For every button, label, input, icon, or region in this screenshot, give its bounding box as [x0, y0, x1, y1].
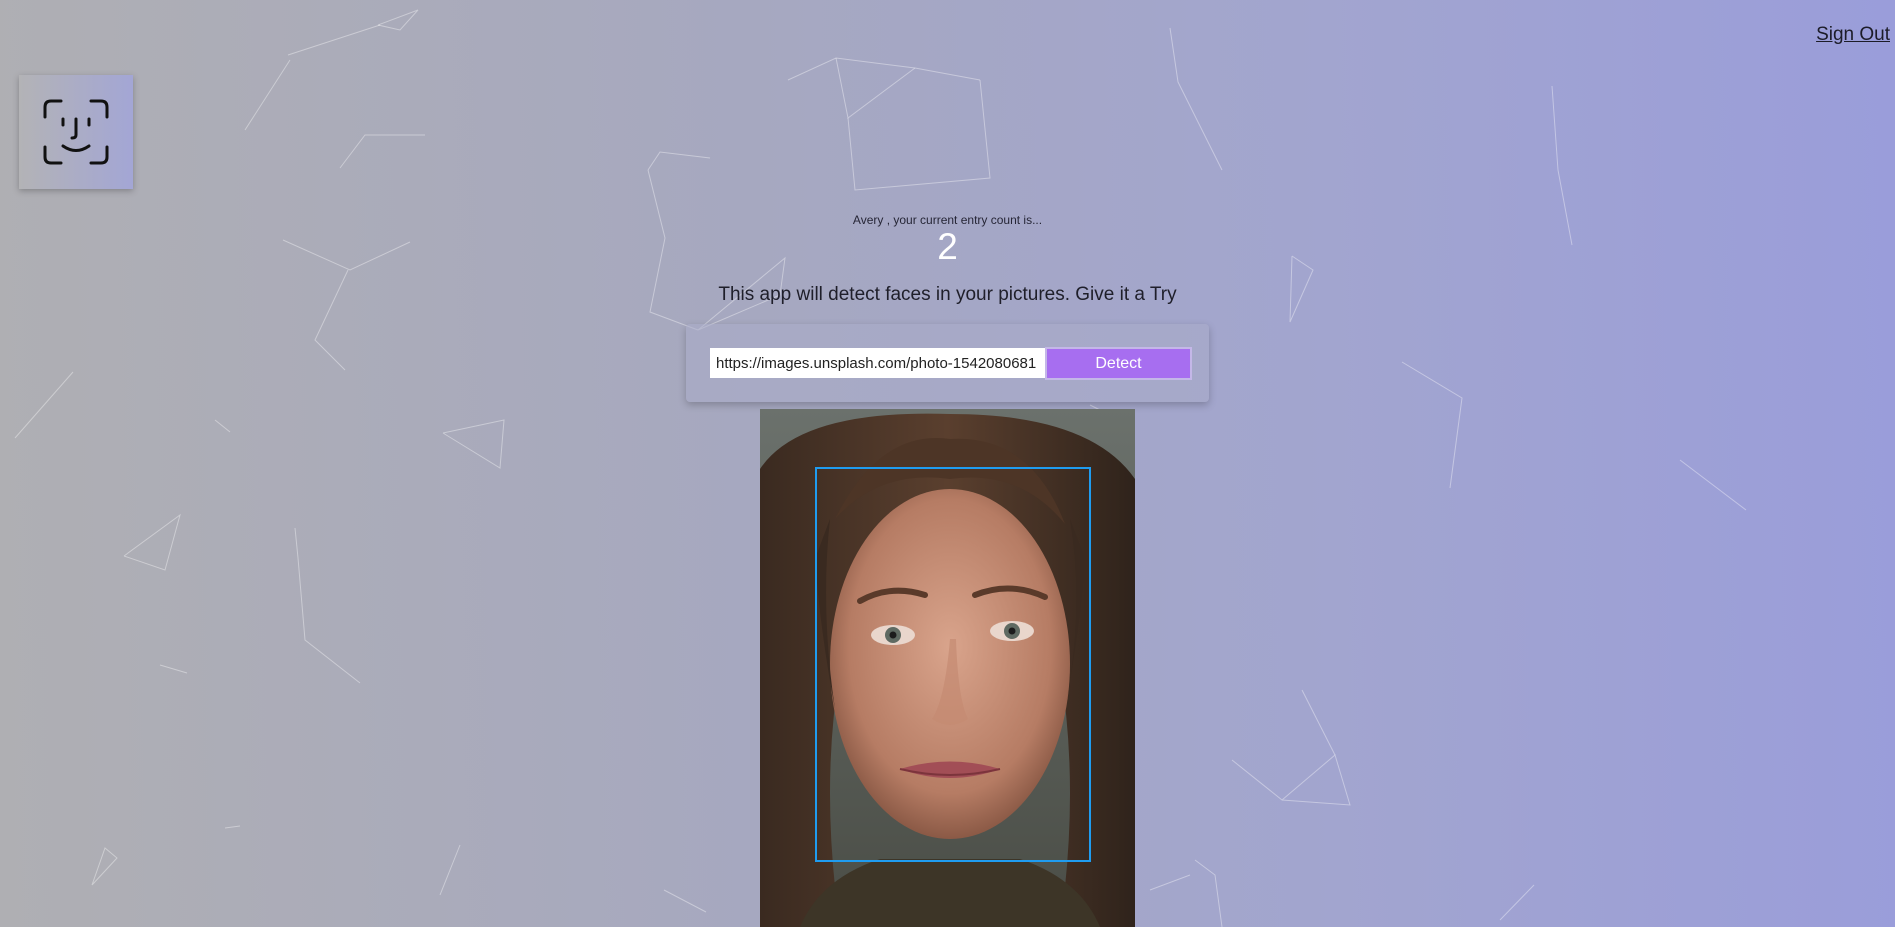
detect-button[interactable]: Detect — [1045, 347, 1192, 380]
face-id-icon — [43, 99, 109, 165]
image-url-input[interactable] — [710, 348, 1046, 378]
entry-count: 2 — [937, 226, 958, 267]
app-logo[interactable] — [19, 75, 133, 189]
sign-out-link[interactable]: Sign Out — [1816, 24, 1890, 46]
face-bounding-box — [815, 467, 1091, 862]
app-tagline: This app will detect faces in your pictu… — [718, 284, 1177, 305]
rank-message: Avery , your current entry count is... — [852, 213, 1043, 227]
image-link-form: Detect — [686, 324, 1209, 402]
face-image — [760, 409, 1135, 927]
